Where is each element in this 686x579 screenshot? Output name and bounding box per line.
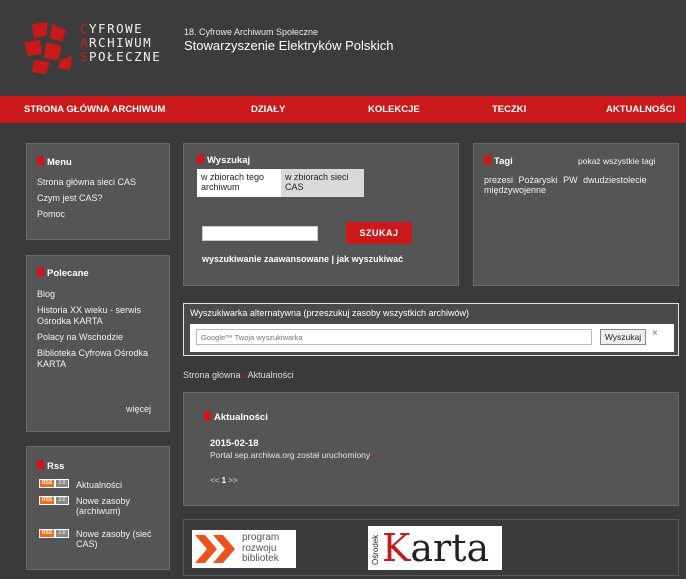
search-title: Wyszukaj — [197, 154, 250, 166]
red-square-icon — [197, 154, 204, 164]
recommended-box: Polecane Blog Historia XX wieku - serwis… — [26, 255, 170, 432]
rss-icon: RSS 2.0 — [39, 529, 69, 538]
breadcrumb-separator: » — [241, 370, 247, 380]
menu-link-help[interactable]: Pomoc — [37, 209, 165, 220]
close-icon[interactable]: × — [652, 328, 658, 339]
red-square-icon — [37, 156, 44, 166]
show-all-tags-link[interactable]: pokaż wszystkie tagi — [578, 156, 655, 166]
breadcrumb-home[interactable]: Strona główna — [183, 370, 241, 380]
google-search-button[interactable]: Wyszukaj — [600, 329, 646, 345]
news-item[interactable]: Portal sep.archiwa.org został uruchomion… — [210, 450, 376, 460]
archive-title: Stowarzyszenie Elektryków Polskich — [184, 38, 394, 53]
recommended-title: Polecane — [37, 267, 89, 279]
partner-prb[interactable]: program rozwoju bibliotek — [192, 530, 296, 568]
alt-search-title: Wyszukiwarka alternatywna (przeszukuj za… — [190, 308, 470, 318]
menu-link-about-cas[interactable]: Czym jest CAS? — [37, 193, 165, 204]
nav-folders[interactable]: TECZKI — [492, 104, 526, 115]
tag-link[interactable]: Pożaryski — [519, 175, 558, 185]
partners-bar: program rozwoju bibliotek Ośrodek Karta — [183, 519, 679, 576]
google-search-input[interactable] — [196, 329, 592, 345]
more-link[interactable]: więcej — [126, 404, 151, 414]
menu-box: Menu Strona główna sieci CAS Czym jest C… — [26, 143, 170, 240]
rss-box: Rss RSS 2.0 Aktualności RSS 2.0 Nowe zasob… — [26, 446, 170, 570]
rss-title: Rss — [37, 460, 64, 472]
site-header: CYFROWE ARCHIWUM SPOŁECZNE 18. Cyfrowe A… — [0, 0, 686, 96]
pagination: << 1 >> — [210, 476, 238, 485]
pager-current: 1 — [221, 476, 227, 485]
tag-cloud: prezesi Pożaryski PW dwudziestolecie mię… — [484, 175, 674, 195]
tags-box: Tagi pokaż wszystkie tagi prezesi Pożary… — [473, 143, 679, 286]
breadcrumb-current: Aktualności — [247, 370, 294, 380]
search-button[interactable]: SZUKAJ — [346, 222, 412, 244]
nav-collections[interactable]: KOLEKCJE — [368, 104, 420, 115]
tags-title: Tagi — [484, 155, 513, 167]
cas-logo-text: CYFROWE ARCHIWUM SPOŁECZNE — [80, 22, 161, 64]
pager-prev[interactable]: << — [210, 476, 219, 485]
osrodek-label: Ośrodek — [371, 534, 380, 565]
red-square-icon — [484, 155, 491, 165]
recommended-link-polacy[interactable]: Polacy na Wschodzie — [37, 332, 167, 343]
menu-title: Menu — [37, 156, 72, 168]
search-scope-tabs: w zbiorach tego archiwum w zbiorach siec… — [197, 169, 364, 197]
tag-link[interactable]: PW — [563, 175, 578, 185]
archive-number-title: 18. Cyfrowe Archiwum Społeczne — [184, 27, 319, 37]
rss-icon: RSS 2.0 — [39, 496, 69, 505]
logo-line: ARCHIWUM — [80, 35, 153, 50]
tab-this-archive[interactable]: w zbiorach tego archiwum — [197, 169, 281, 197]
osrodek-text: Ośrodek — [371, 534, 380, 565]
menu-link-cas-home[interactable]: Strona główna sieci CAS — [37, 177, 165, 188]
news-title: Aktualności — [204, 411, 268, 423]
pager-next[interactable]: >> — [228, 476, 237, 485]
news-date: 2015-02-18 — [210, 438, 259, 449]
tab-cas-network[interactable]: w zbiorach sieci CAS — [281, 169, 364, 197]
recommended-link-biblioteka[interactable]: Biblioteka Cyfrowa Ośrodka KARTA — [37, 348, 167, 370]
red-square-icon — [204, 411, 211, 421]
nav-sections[interactable]: DZIAŁY — [251, 104, 285, 115]
menu-links: Strona główna sieci CAS Czym jest CAS? P… — [37, 177, 165, 220]
breadcrumb: Strona główna»Aktualności — [183, 370, 294, 380]
logo-line: SPOŁECZNE — [80, 49, 162, 64]
advanced-search-links[interactable]: wyszukiwanie zaawansowane | jak wyszukiw… — [202, 254, 403, 264]
search-box: Wyszukaj w zbiorach tego archiwum w zbio… — [183, 143, 459, 286]
chevron-right-icon: » — [372, 453, 377, 460]
main-nav: STRONA GŁÓWNA ARCHIWUM DZIAŁY KOLEKCJE T… — [0, 96, 686, 123]
alt-search-panel: Wyszukaj × — [190, 324, 674, 352]
nav-home[interactable]: STRONA GŁÓWNA ARCHIWUM — [24, 104, 165, 115]
news-item-text[interactable]: Portal sep.archiwa.org został uruchomion… — [210, 450, 370, 460]
partner-prb-text: program rozwoju bibliotek — [242, 532, 280, 564]
tag-link[interactable]: prezesi — [484, 175, 513, 185]
recommended-link-historia[interactable]: Historia XX wieku - serwis Ośrodka KARTA — [37, 305, 167, 327]
cas-logo-icon[interactable] — [24, 20, 72, 74]
double-chevron-icon — [195, 535, 235, 563]
alt-search-box: Wyszukiwarka alternatywna (przeszukuj za… — [183, 303, 679, 356]
partner-karta[interactable]: Ośrodek Karta — [368, 526, 502, 570]
recommended-link-blog[interactable]: Blog — [37, 289, 167, 300]
recommended-links: Blog Historia XX wieku - serwis Ośrodka … — [37, 289, 167, 370]
news-box: Aktualności 2015-02-18 Portal sep.archiw… — [183, 392, 679, 506]
karta-wordmark: Karta — [382, 526, 490, 570]
red-square-icon — [37, 460, 44, 470]
logo-line: CYFROWE — [80, 21, 144, 36]
nav-news[interactable]: AKTUALNOŚCI — [606, 104, 675, 115]
search-input[interactable] — [202, 226, 318, 241]
red-square-icon — [37, 267, 44, 277]
rss-icon: RSS 2.0 — [39, 479, 69, 488]
